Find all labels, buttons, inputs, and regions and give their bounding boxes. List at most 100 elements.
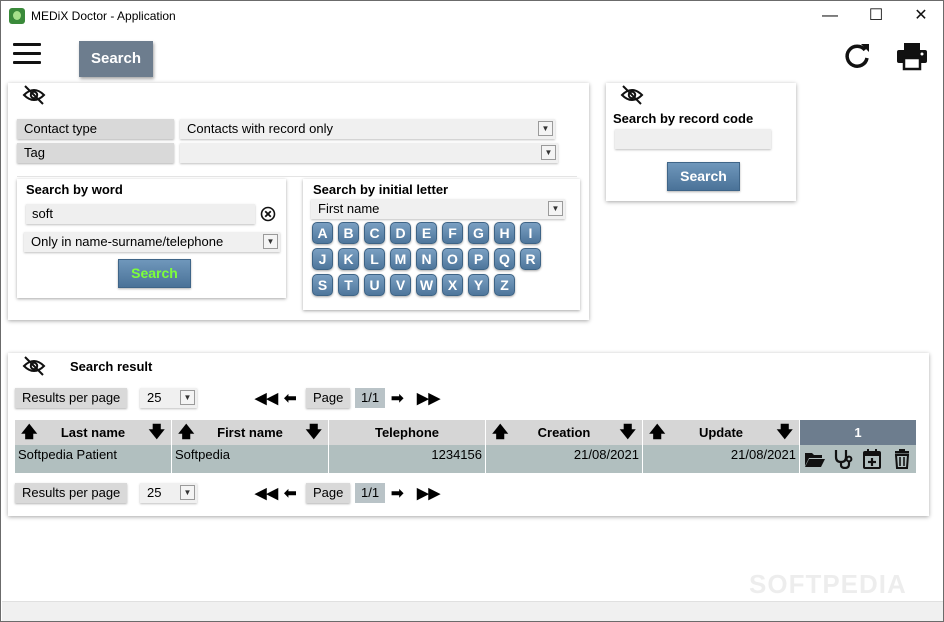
- letter-button-j[interactable]: J: [312, 248, 333, 270]
- search-scope-select[interactable]: Only in name-surname/telephone ▼: [24, 232, 280, 252]
- contact-type-label: Contact type: [17, 119, 174, 139]
- cell-creation[interactable]: 21/08/2021: [486, 445, 643, 473]
- chevron-down-icon[interactable]: ▼: [180, 485, 195, 500]
- sort-asc-icon[interactable]: 🡅: [649, 420, 665, 445]
- page-value: 1/1: [355, 483, 386, 503]
- app-logo-icon: [9, 8, 25, 24]
- sort-asc-icon[interactable]: 🡅: [492, 420, 508, 445]
- letter-button-l[interactable]: L: [364, 248, 385, 270]
- cell-first-name[interactable]: Softpedia: [172, 445, 329, 473]
- letter-field-select[interactable]: First name ▼: [311, 199, 565, 219]
- results-per-page-select[interactable]: 25 ▼: [140, 483, 197, 503]
- first-page-icon[interactable]: ◀◀: [255, 389, 278, 409]
- letter-button-u[interactable]: U: [364, 274, 385, 296]
- last-page-icon[interactable]: ▶▶: [417, 484, 440, 504]
- letter-button-y[interactable]: Y: [468, 274, 489, 296]
- toolbar-search-button[interactable]: Search: [79, 41, 153, 77]
- letter-button-i[interactable]: I: [520, 222, 541, 244]
- last-page-icon[interactable]: ▶▶: [417, 389, 440, 409]
- record-code-search-button[interactable]: Search: [667, 162, 740, 191]
- letter-button-c[interactable]: C: [364, 222, 385, 244]
- next-page-icon[interactable]: ➡: [391, 389, 404, 409]
- tag-select[interactable]: ▼: [180, 143, 558, 163]
- title-bar: MEDiX Doctor - Application — ☐ ✕: [1, 1, 943, 31]
- cell-update[interactable]: 21/08/2021: [643, 445, 800, 473]
- cell-last-name[interactable]: Softpedia Patient: [15, 445, 172, 473]
- menu-icon[interactable]: [13, 43, 43, 65]
- column-label: Creation: [537, 425, 591, 440]
- sort-desc-icon[interactable]: 🡇: [620, 420, 636, 445]
- letter-button-e[interactable]: E: [416, 222, 437, 244]
- chevron-down-icon[interactable]: ▼: [263, 234, 278, 249]
- print-icon[interactable]: [896, 41, 928, 71]
- refresh-icon[interactable]: [841, 41, 873, 71]
- next-page-icon[interactable]: ➡: [391, 484, 404, 504]
- trash-icon[interactable]: [891, 449, 913, 469]
- column-telephone[interactable]: Telephone: [329, 420, 486, 445]
- results-per-page-value: 25: [147, 390, 162, 405]
- column-first-name[interactable]: 🡅 First name 🡇: [172, 420, 329, 445]
- chevron-down-icon[interactable]: ▼: [548, 201, 563, 216]
- letter-button-d[interactable]: D: [390, 222, 411, 244]
- search-word-input[interactable]: soft: [26, 204, 255, 224]
- results-per-page-select[interactable]: 25 ▼: [140, 388, 197, 408]
- tag-label: Tag: [17, 143, 174, 163]
- eye-off-icon[interactable]: [620, 85, 644, 105]
- stethoscope-icon[interactable]: [832, 449, 854, 469]
- sort-desc-icon[interactable]: 🡇: [777, 420, 793, 445]
- letter-field-value: First name: [318, 201, 380, 216]
- letter-button-x[interactable]: X: [442, 274, 463, 296]
- letter-button-f[interactable]: F: [442, 222, 463, 244]
- app-window: MEDiX Doctor - Application — ☐ ✕ Search …: [0, 0, 944, 622]
- sort-asc-icon[interactable]: 🡅: [21, 420, 37, 445]
- sort-desc-icon[interactable]: 🡇: [149, 420, 165, 445]
- search-word-button[interactable]: Search: [118, 259, 191, 288]
- letter-button-z[interactable]: Z: [494, 274, 515, 296]
- prev-page-icon[interactable]: ⬅: [284, 484, 297, 504]
- chevron-down-icon[interactable]: ▼: [180, 390, 195, 405]
- letter-button-s[interactable]: S: [312, 274, 333, 296]
- watermark: SOFTPEDIA: [749, 569, 907, 599]
- minimize-button[interactable]: —: [807, 1, 853, 31]
- eye-off-icon[interactable]: [22, 356, 46, 376]
- sort-asc-icon[interactable]: 🡅: [178, 420, 194, 445]
- letter-button-w[interactable]: W: [416, 274, 437, 296]
- column-last-name[interactable]: 🡅 Last name 🡇: [15, 420, 172, 445]
- record-code-input[interactable]: [615, 129, 771, 149]
- letter-button-m[interactable]: M: [390, 248, 411, 270]
- results-per-page-label: Results per page: [15, 483, 128, 503]
- calendar-add-icon[interactable]: [861, 449, 883, 469]
- maximize-button[interactable]: ☐: [853, 1, 899, 31]
- letter-button-r[interactable]: R: [520, 248, 541, 270]
- chevron-down-icon[interactable]: ▼: [541, 145, 556, 160]
- search-by-word-heading: Search by word: [26, 182, 123, 197]
- letter-button-b[interactable]: B: [338, 222, 359, 244]
- letter-button-p[interactable]: P: [468, 248, 489, 270]
- letter-button-n[interactable]: N: [416, 248, 437, 270]
- clear-icon[interactable]: [260, 206, 276, 222]
- letter-button-a[interactable]: A: [312, 222, 333, 244]
- letter-button-q[interactable]: Q: [494, 248, 515, 270]
- column-creation[interactable]: 🡅 Creation 🡇: [486, 420, 643, 445]
- prev-page-icon[interactable]: ⬅: [284, 389, 297, 409]
- letter-button-h[interactable]: H: [494, 222, 515, 244]
- column-update[interactable]: 🡅 Update 🡇: [643, 420, 800, 445]
- column-label: Update: [698, 425, 744, 440]
- letter-button-g[interactable]: G: [468, 222, 489, 244]
- contact-type-select[interactable]: Contacts with record only ▼: [180, 119, 555, 139]
- sort-desc-icon[interactable]: 🡇: [306, 420, 322, 445]
- cell-telephone[interactable]: 1234156: [329, 445, 486, 473]
- open-folder-icon[interactable]: [804, 449, 826, 469]
- eye-off-icon[interactable]: [22, 85, 46, 105]
- results-heading: Search result: [70, 359, 153, 374]
- letter-button-k[interactable]: K: [338, 248, 359, 270]
- letter-button-t[interactable]: T: [338, 274, 359, 296]
- page-label: Page: [306, 483, 351, 503]
- record-code-heading: Search by record code: [613, 111, 754, 126]
- first-page-icon[interactable]: ◀◀: [255, 484, 278, 504]
- letter-button-v[interactable]: V: [390, 274, 411, 296]
- close-button[interactable]: ✕: [898, 1, 944, 31]
- letter-button-o[interactable]: O: [442, 248, 463, 270]
- chevron-down-icon[interactable]: ▼: [538, 121, 553, 136]
- results-per-page-label: Results per page: [15, 388, 128, 408]
